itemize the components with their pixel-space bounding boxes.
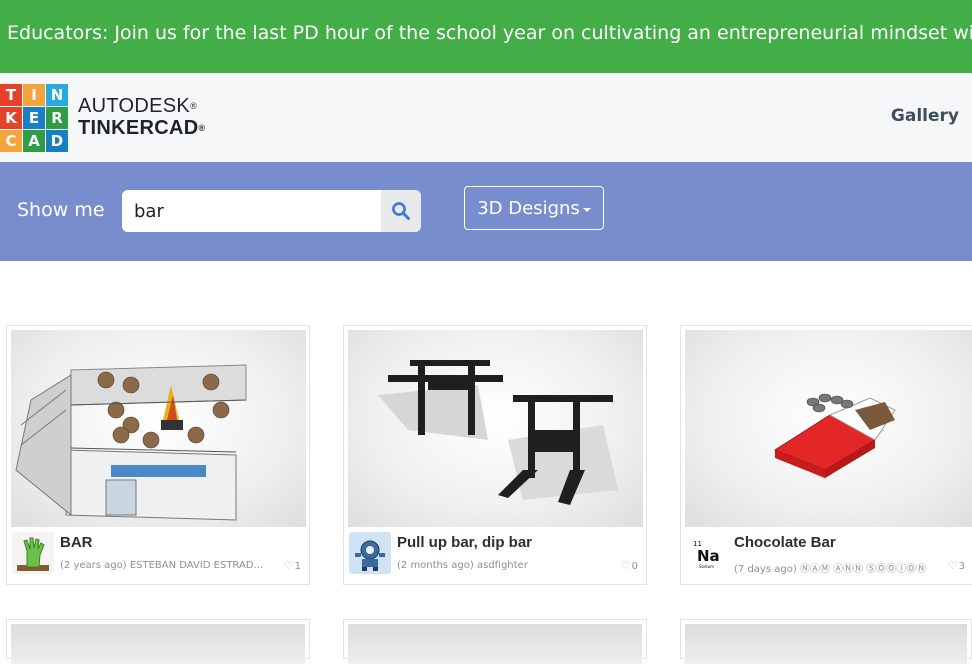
design-thumbnail[interactable] [348,330,643,527]
design-meta: (2 years ago) ESTEBAN DAVID ESTRADA ... [60,560,270,571]
design-card[interactable] [6,619,310,664]
logo-letter-tile: K [0,107,22,129]
nav-gallery-link[interactable]: Gallery [891,106,959,126]
announcement-banner[interactable]: Educators: Join us for the last PD hour … [0,0,972,73]
zombie-hand-icon [17,537,49,571]
design-thumbnail[interactable] [11,624,305,664]
design-title[interactable]: BAR [60,534,93,551]
like-count[interactable]: ♡1 [284,559,301,572]
design-thumbnail[interactable] [11,330,306,527]
like-count[interactable]: ♡3 [948,559,965,572]
logo-letter-tile: A [23,130,45,152]
author-avatar[interactable] [12,532,54,574]
design-meta: (2 months ago) asdfighter [397,560,528,571]
logo-letter-tile: R [46,107,68,129]
design-type-dropdown[interactable]: 3D Designs [464,186,604,230]
logo-letter-tile: T [0,84,22,106]
brand-wordmark[interactable]: AUTODESK® TINKERCAD® [78,95,205,139]
brand-line-autodesk: AUTODESK [78,95,191,117]
heart-icon: ♡ [283,559,294,572]
element-symbol: Na [697,547,720,565]
search-icon [392,202,410,220]
logo-letter-tile: D [46,130,68,152]
design-card[interactable] [343,619,647,664]
sodium-element-icon: 11 Na Sodium [693,540,720,569]
element-name: Sodium [699,564,714,569]
design-type-label: 3D Designs [477,197,580,219]
site-header: TIN KER CAD AUTODESK® TINKERCAD® Gallery [0,73,972,162]
design-meta: (7 days ago) ⓃⒶⓂ ⒶⓃⓃ ⓈⓄⓄⒾⓄⓃ [734,564,927,575]
design-title[interactable]: Pull up bar, dip bar [397,534,532,551]
logo-letter-tile: N [46,84,68,106]
logo-letter-tile: E [23,107,45,129]
chevron-down-icon [582,207,591,212]
design-thumbnail[interactable] [685,330,972,527]
chocolate-bar-model-image [773,393,896,480]
search-button[interactable] [381,190,421,232]
author-avatar[interactable] [349,532,391,574]
tinkercad-logo[interactable]: TIN KER CAD [0,84,68,152]
search-box [122,190,421,232]
design-card[interactable]: 11 Na Sodium Chocolate Bar (7 days ago) … [680,325,972,585]
heart-icon: ♡ [620,559,631,572]
design-thumbnail[interactable] [348,624,642,664]
logo-letter-tile: C [0,130,22,152]
robot-icon [355,540,385,571]
show-me-label: Show me [17,199,105,221]
search-input[interactable] [122,190,381,232]
like-count[interactable]: ♡0 [621,559,638,572]
design-card[interactable] [680,619,972,664]
design-thumbnail[interactable] [685,624,967,664]
bar-model-image [15,364,247,521]
pullup-bar-model-image [378,360,618,505]
like-count-value: 0 [631,561,638,572]
announcement-text[interactable]: Educators: Join us for the last PD hour … [7,22,972,44]
design-card[interactable]: BAR (2 years ago) ESTEBAN DAVID ESTRADA … [6,325,310,585]
brand-line-tinkercad: TINKERCAD [78,117,199,139]
design-card[interactable]: Pull up bar, dip bar (2 months ago) asdf… [343,325,647,585]
like-count-value: 3 [958,561,965,572]
like-count-value: 1 [294,561,301,572]
search-band: Show me 3D Designs [0,162,972,261]
heart-icon: ♡ [947,559,958,572]
logo-letter-tile: I [23,84,45,106]
design-title[interactable]: Chocolate Bar [734,534,836,551]
author-avatar[interactable]: 11 Na Sodium [686,532,728,574]
